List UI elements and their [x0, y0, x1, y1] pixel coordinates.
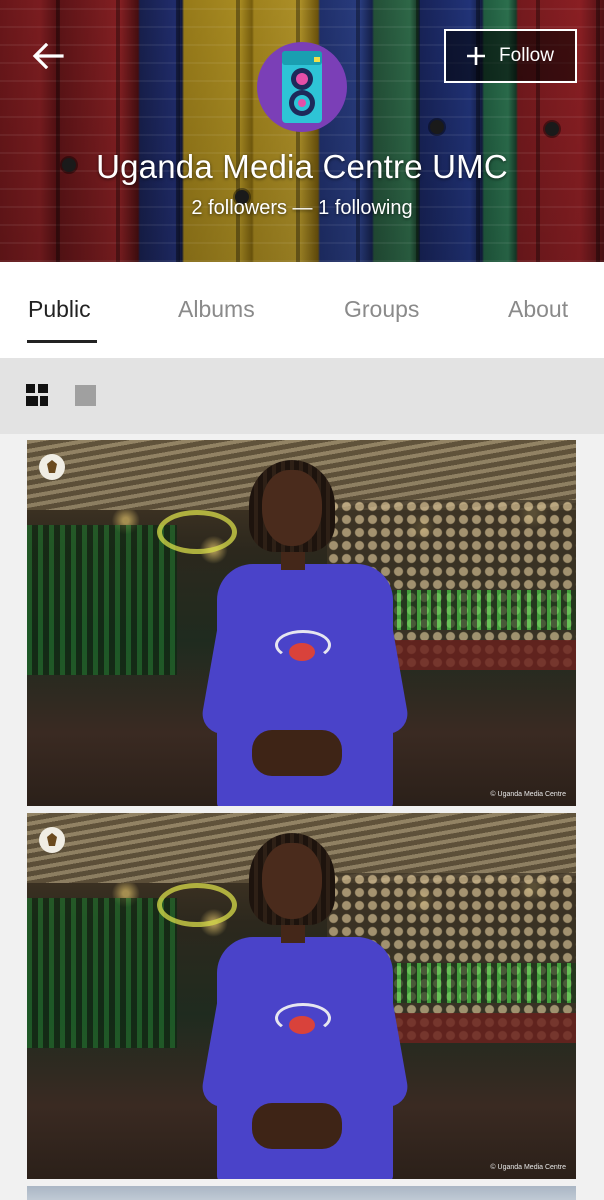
back-button[interactable]: [24, 34, 72, 78]
photo-thumbnail[interactable]: © Uganda Media Centre: [27, 440, 576, 806]
photo-feed: © Uganda Media Centre © Uganda Media Cen…: [0, 434, 604, 1200]
follow-label: Follow: [499, 45, 554, 66]
coat-of-arms-icon: [39, 454, 65, 480]
arrow-left-icon: [32, 43, 64, 69]
tab-albums[interactable]: Albums: [178, 296, 255, 323]
tab-about[interactable]: About: [508, 296, 568, 323]
grid-view-icon[interactable]: [26, 384, 48, 406]
coat-of-arms-icon: [39, 827, 65, 853]
active-tab-indicator: [27, 340, 97, 343]
photo-credit: © Uganda Media Centre: [490, 791, 566, 798]
door-knob: [545, 122, 559, 136]
plus-icon: [467, 47, 486, 65]
camera-icon: [282, 51, 322, 123]
follow-button[interactable]: Follow: [444, 29, 577, 83]
tab-bar: Public Albums Groups About: [0, 262, 604, 358]
single-view-icon[interactable]: [75, 385, 96, 406]
follower-stats[interactable]: 2 followers — 1 following: [0, 197, 604, 220]
tab-public[interactable]: Public: [28, 296, 91, 323]
photo-credit: © Uganda Media Centre: [490, 1164, 566, 1171]
photo-thumbnail[interactable]: [27, 1186, 576, 1200]
photo-thumbnail[interactable]: © Uganda Media Centre: [27, 813, 576, 1179]
profile-name: Uganda Media Centre UMC: [96, 148, 508, 185]
tab-groups[interactable]: Groups: [344, 296, 419, 323]
door-knob: [430, 120, 444, 134]
avatar[interactable]: [257, 42, 347, 132]
